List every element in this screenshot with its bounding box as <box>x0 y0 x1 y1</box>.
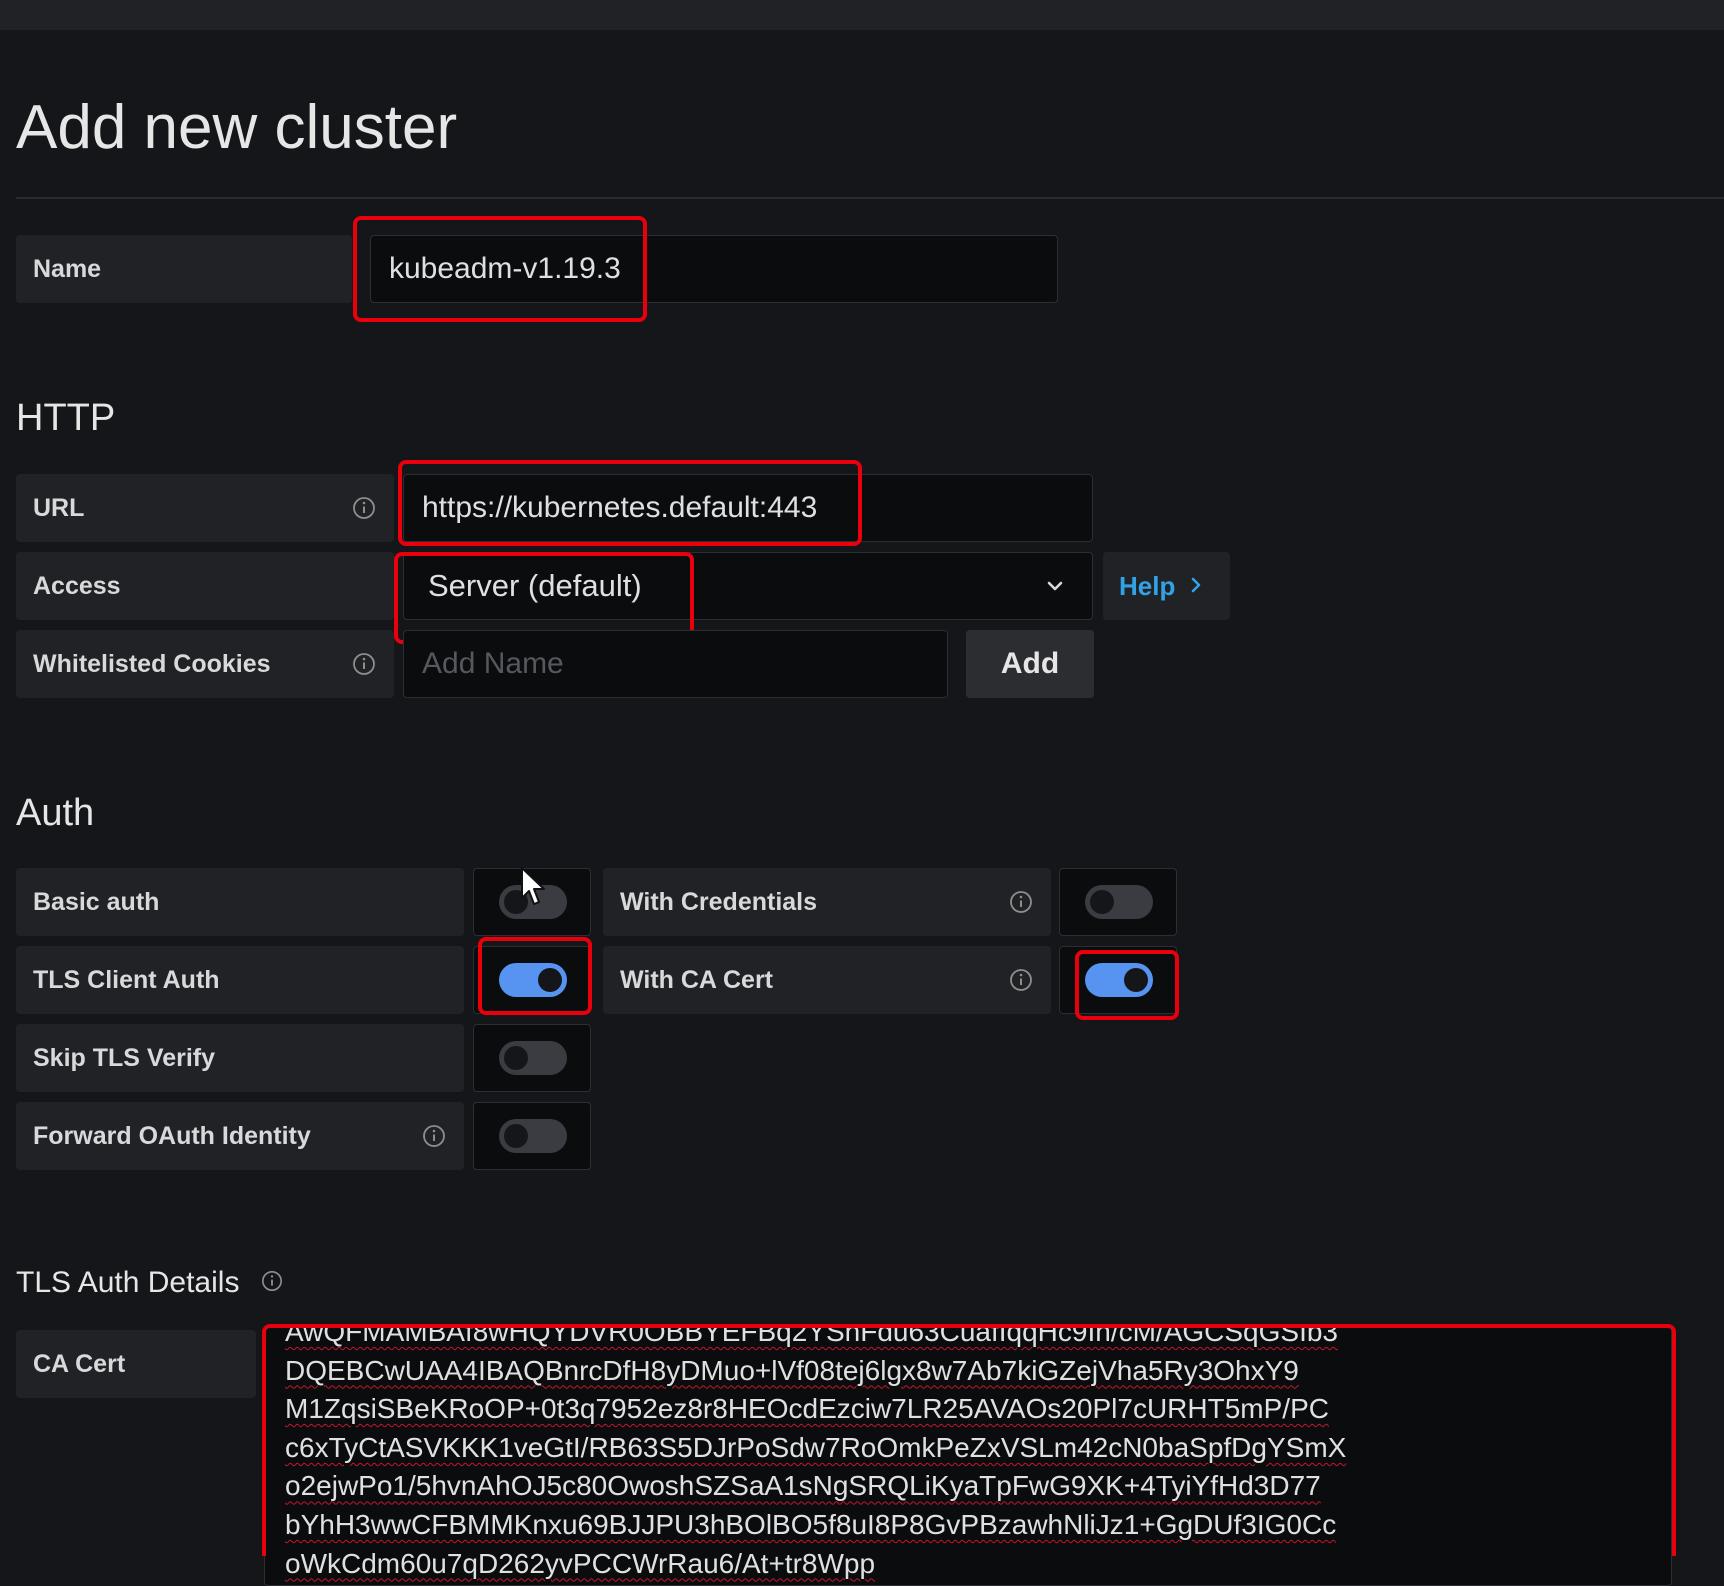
ca-cert-label: CA Cert <box>16 1330 256 1398</box>
toggle-knob <box>1090 890 1114 914</box>
forward-oauth-label: Forward OAuth Identity <box>16 1102 464 1170</box>
forward-oauth-label-text: Forward OAuth Identity <box>33 1121 311 1150</box>
access-select[interactable]: Server (default) <box>403 552 1093 620</box>
ca-cert-textarea[interactable]: AwQFMAMBAf8wHQYDVR0OBBYEFBq2YSnFdu63Cuaf… <box>264 1326 1672 1586</box>
info-icon <box>352 496 376 520</box>
chevron-right-icon <box>1189 571 1203 602</box>
with-credentials-switch[interactable] <box>1059 868 1177 936</box>
add-cookie-button[interactable]: Add <box>966 630 1094 698</box>
ca-cert-content: AwQFMAMBAf8wHQYDVR0OBBYEFBq2YSnFdu63Cuaf… <box>285 1326 1347 1583</box>
info-icon <box>1009 890 1033 914</box>
name-label: Name <box>16 235 352 303</box>
help-button[interactable]: Help <box>1103 552 1230 620</box>
name-input[interactable]: kubeadm-v1.19.3 <box>389 252 621 286</box>
chevron-down-icon <box>1040 571 1070 609</box>
url-input-wrapper[interactable]: https://kubernetes.default:443 <box>403 474 1093 542</box>
with-ca-cert-label-text: With CA Cert <box>620 965 774 994</box>
cert-line: o2ejwPo1/5hvnAhOJ5c80OwoshSZSaA1sNgSRQLi… <box>285 1470 1321 1502</box>
with-credentials-toggle[interactable] <box>1085 885 1153 919</box>
info-icon <box>1009 968 1033 992</box>
cookies-label: Whitelisted Cookies <box>16 630 394 698</box>
mouse-cursor-icon <box>520 866 548 913</box>
tls-details-header: TLS Auth Details <box>16 1266 283 1300</box>
skip-tls-verify-label: Skip TLS Verify <box>16 1024 464 1092</box>
tls-client-auth-label-text: TLS Client Auth <box>33 965 220 994</box>
tls-client-auth-toggle[interactable] <box>499 963 567 997</box>
toggle-knob <box>504 1124 528 1148</box>
skip-tls-verify-label-text: Skip TLS Verify <box>33 1043 216 1072</box>
cert-line: bYhH3wwCFBMMKnxu69BJJPU3hBOlBO5f8uI8P8Gv… <box>285 1508 1337 1540</box>
with-credentials-label: With Credentials <box>603 868 1051 936</box>
cookie-name-input[interactable] <box>422 647 947 681</box>
basic-auth-label: Basic auth <box>16 868 464 936</box>
access-select-value: Server (default) <box>428 568 642 603</box>
cert-line: M1ZqsiSBeKRoOP+0t3q7952ez8r8HEOcdEzciw7L… <box>285 1393 1329 1425</box>
tls-details-title: TLS Auth Details <box>16 1266 240 1299</box>
name-input-wrapper[interactable]: kubeadm-v1.19.3 <box>370 235 1058 303</box>
cert-line: AwQFMAMBAf8wHQYDVR0OBBYEFBq2YSnFdu63Cuaf… <box>285 1326 1339 1347</box>
with-credentials-label-text: With Credentials <box>620 887 818 916</box>
help-label: Help <box>1119 570 1176 601</box>
toggle-knob <box>538 968 562 992</box>
cert-line: c6xTyCtASVKKK1veGtI/RB63S5DJrPoSdw7RoOmk… <box>285 1431 1347 1463</box>
skip-tls-verify-toggle[interactable] <box>499 1041 567 1075</box>
url-label-text: URL <box>33 493 85 522</box>
forward-oauth-toggle[interactable] <box>499 1119 567 1153</box>
cookie-name-input-wrapper[interactable] <box>403 630 948 698</box>
cookies-label-text: Whitelisted Cookies <box>33 649 271 678</box>
cert-line: oWkCdm60u7qD262yvPCCWrRau6/At+tr8Wpp <box>285 1547 876 1579</box>
url-label: URL <box>16 474 394 542</box>
info-icon <box>352 652 376 676</box>
info-icon <box>422 1124 446 1148</box>
access-label: Access <box>16 552 394 620</box>
title-divider <box>16 197 1724 199</box>
tls-client-auth-label: TLS Client Auth <box>16 946 464 1014</box>
forward-oauth-switch[interactable] <box>473 1102 591 1170</box>
info-icon <box>261 1270 283 1297</box>
with-ca-cert-label: With CA Cert <box>603 946 1051 1014</box>
page-title: Add new cluster <box>16 93 458 162</box>
basic-auth-label-text: Basic auth <box>33 887 160 916</box>
url-input[interactable]: https://kubernetes.default:443 <box>422 491 817 525</box>
with-ca-cert-switch[interactable] <box>1059 946 1177 1014</box>
toggle-knob <box>1124 968 1148 992</box>
ca-cert-label-text: CA Cert <box>33 1349 126 1378</box>
with-ca-cert-toggle[interactable] <box>1085 963 1153 997</box>
name-label-text: Name <box>33 254 102 283</box>
tls-client-auth-switch[interactable] <box>473 946 591 1014</box>
http-section-title: HTTP <box>16 397 116 439</box>
cert-line: DQEBCwUAA4IBAQBnrcDfH8yDMuo+lVf08tej6lgx… <box>285 1354 1299 1386</box>
access-label-text: Access <box>33 571 121 600</box>
toggle-knob <box>504 1046 528 1070</box>
top-bar <box>0 0 1724 30</box>
skip-tls-verify-switch[interactable] <box>473 1024 591 1092</box>
auth-section-title: Auth <box>16 792 95 834</box>
